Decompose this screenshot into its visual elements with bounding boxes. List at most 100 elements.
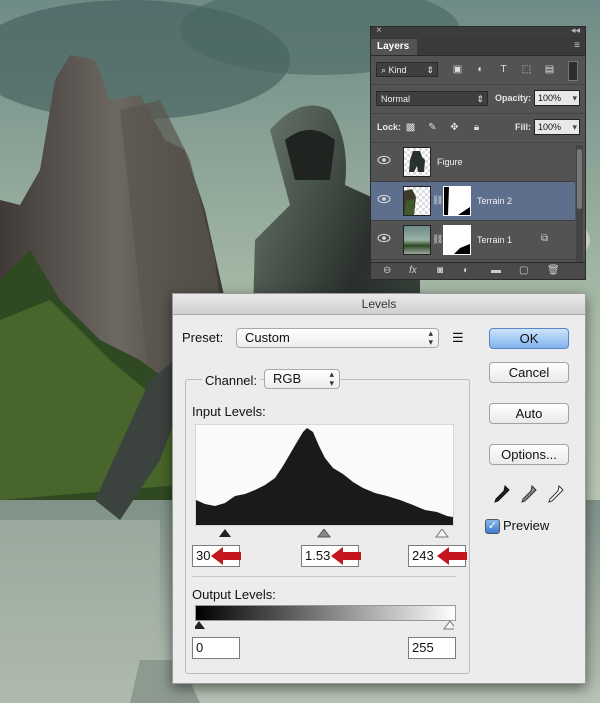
- red-arrow-icon: [437, 547, 467, 565]
- output-black-value: 0: [196, 640, 204, 655]
- histogram: [195, 424, 454, 526]
- new-layer-icon[interactable]: ▢: [519, 265, 528, 276]
- input-black-slider[interactable]: [219, 529, 231, 537]
- opacity-label: Opacity:: [495, 93, 532, 103]
- lock-label: Lock:: [377, 122, 402, 132]
- input-black-value: 30: [196, 548, 211, 563]
- panel-menu-icon[interactable]: ≡: [574, 40, 580, 51]
- layer-thumbnail[interactable]: [403, 225, 431, 255]
- lock-paint-icon[interactable]: ✎: [426, 121, 439, 134]
- chevron-updown-icon: ⇕: [476, 94, 484, 104]
- type-filter-icon[interactable]: T: [497, 63, 510, 76]
- output-white-field[interactable]: 255: [408, 637, 456, 659]
- white-eyedropper-icon[interactable]: [548, 485, 564, 503]
- search-icon: ⌕: [381, 65, 389, 75]
- layer-thumbnail[interactable]: [403, 186, 431, 216]
- adjustment-filter-icon[interactable]: ◐: [474, 63, 487, 76]
- layer-mask-thumbnail[interactable]: [443, 225, 471, 255]
- filter-kind-select[interactable]: ⌕ Kind ⇕: [376, 62, 438, 77]
- cancel-button[interactable]: Cancel: [489, 362, 569, 383]
- layer-thumbnail[interactable]: [403, 147, 431, 177]
- lock-all-icon[interactable]: 🔒︎: [470, 121, 483, 134]
- blend-mode-select[interactable]: Normal ⇕: [376, 91, 488, 106]
- filter-toggle-switch[interactable]: [568, 61, 578, 81]
- eye-icon[interactable]: [377, 155, 391, 165]
- layer-name[interactable]: Terrain 1: [477, 235, 512, 245]
- layers-scrollbar[interactable]: [576, 145, 583, 265]
- scrollbar-thumb[interactable]: [577, 149, 582, 209]
- input-gamma-slider[interactable]: [317, 528, 331, 538]
- smart-object-icon: ⧉: [541, 233, 549, 244]
- eye-icon[interactable]: [377, 194, 391, 204]
- layers-panel: × ◂◂ Layers ≡ ⌕ Kind ⇕ ▣ ◐ T ⬚ ▤ Normal …: [370, 25, 586, 280]
- panel-tab-row: Layers ≡: [371, 37, 585, 56]
- layer-row-figure[interactable]: Figure: [371, 143, 575, 182]
- preset-options-icon[interactable]: ☰: [452, 330, 464, 346]
- channel-value: RGB: [273, 371, 302, 386]
- pixel-filter-icon[interactable]: ▣: [451, 63, 464, 76]
- collapse-icon[interactable]: ◂◂: [571, 25, 580, 36]
- input-gamma-value: 1.53: [305, 548, 331, 563]
- layers-footer: ⊖ fx ◙ ◐ ▬ ▢ 🗑︎: [371, 262, 585, 279]
- chevron-down-icon[interactable]: ▾: [572, 91, 577, 105]
- layer-row-terrain-1[interactable]: ⛓︎ Terrain 1 ⧉: [371, 221, 575, 260]
- fill-input[interactable]: 100% ▾: [534, 119, 580, 135]
- fill-label: Fill:: [515, 122, 531, 132]
- layer-mask-thumbnail[interactable]: [443, 186, 471, 216]
- layer-name[interactable]: Figure: [437, 157, 463, 167]
- ok-button[interactable]: OK: [489, 328, 569, 349]
- levels-dialog: Levels Preset: Custom ▴ ▾ ☰ Channel: RGB …: [172, 293, 586, 684]
- preset-label: Preset:: [182, 330, 224, 345]
- dialog-title: Levels: [173, 294, 585, 315]
- chevron-down-icon[interactable]: ▾: [572, 120, 577, 134]
- preset-value: Custom: [245, 330, 290, 345]
- black-eyedropper-icon[interactable]: [494, 485, 510, 503]
- channel-label: Channel:: [202, 373, 261, 388]
- fx-icon[interactable]: fx: [409, 265, 417, 276]
- shape-filter-icon[interactable]: ⬚: [520, 63, 533, 76]
- fill-value: 100%: [538, 122, 562, 132]
- group-icon[interactable]: ▬: [491, 265, 501, 276]
- panel-titlebar[interactable]: × ◂◂: [371, 25, 585, 37]
- close-icon[interactable]: ×: [376, 25, 382, 36]
- adjustment-icon[interactable]: ◐: [463, 265, 469, 276]
- blend-mode-value: Normal: [381, 94, 411, 104]
- eye-icon[interactable]: [377, 233, 391, 243]
- output-white-value: 255: [412, 640, 434, 655]
- chevron-updown-icon: ▴ ▾: [329, 369, 334, 388]
- input-white-slider[interactable]: [435, 528, 449, 538]
- chevron-updown-icon: ⇕: [426, 65, 434, 75]
- smart-object-filter-icon[interactable]: ▤: [543, 63, 556, 76]
- preset-select[interactable]: Custom ▴ ▾: [236, 328, 439, 348]
- preview-checkbox[interactable]: ✓: [485, 519, 500, 534]
- layer-name[interactable]: Terrain 2: [477, 196, 512, 206]
- channel-select[interactable]: RGB ▴ ▾: [264, 369, 340, 389]
- input-levels-label: Input Levels:: [192, 404, 266, 419]
- output-black-field[interactable]: 0: [192, 637, 240, 659]
- lock-transparent-icon[interactable]: ▩: [404, 121, 417, 134]
- preview-label[interactable]: Preview: [503, 518, 549, 533]
- mask-icon[interactable]: ◙: [437, 265, 443, 276]
- output-slider-track[interactable]: [193, 619, 457, 630]
- lock-row: Lock: ▩ ✎ ✥ 🔒︎ Fill: 100% ▾: [371, 114, 585, 143]
- input-slider-track[interactable]: [195, 527, 454, 538]
- blend-row: Normal ⇕ Opacity: 100% ▾: [371, 85, 585, 114]
- red-arrow-icon: [211, 547, 241, 565]
- mask-link-icon[interactable]: ⛓︎: [432, 195, 443, 206]
- lock-position-icon[interactable]: ✥: [448, 121, 461, 134]
- opacity-input[interactable]: 100% ▾: [534, 90, 580, 106]
- gray-eyedropper-icon[interactable]: [521, 485, 537, 503]
- mask-link-icon[interactable]: ⛓︎: [432, 234, 443, 245]
- options-button[interactable]: Options...: [489, 444, 569, 465]
- tab-layers[interactable]: Layers: [371, 39, 417, 55]
- auto-button[interactable]: Auto: [489, 403, 569, 424]
- output-white-slider[interactable]: [443, 620, 457, 630]
- link-icon[interactable]: ⊖: [383, 265, 391, 276]
- layer-row-terrain-2[interactable]: ⛓︎ Terrain 2: [371, 182, 575, 221]
- filter-row: ⌕ Kind ⇕ ▣ ◐ T ⬚ ▤: [371, 56, 585, 85]
- filter-kind-value: Kind: [388, 65, 407, 75]
- chevron-updown-icon: ▴ ▾: [428, 328, 433, 347]
- output-black-slider[interactable]: [193, 621, 205, 629]
- output-levels-label: Output Levels:: [192, 587, 276, 602]
- trash-icon[interactable]: 🗑︎: [547, 265, 560, 276]
